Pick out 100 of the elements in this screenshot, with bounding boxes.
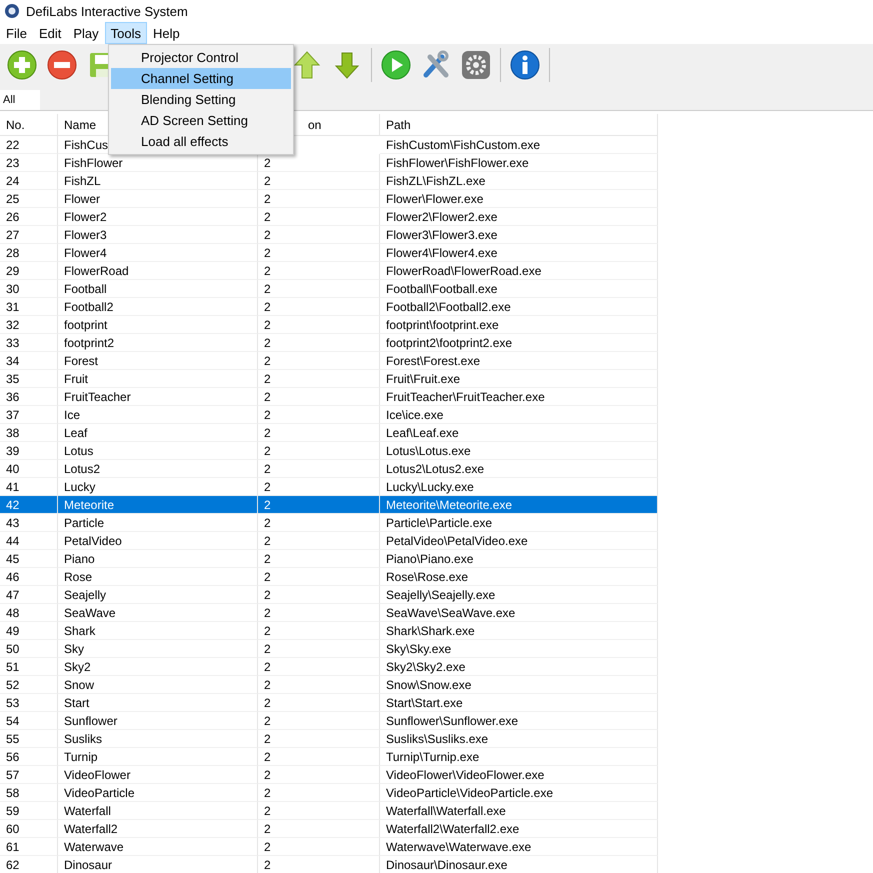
menu-item[interactable]: File	[0, 22, 33, 44]
table-cell: Fruit	[58, 370, 258, 388]
table-cell: 44	[0, 532, 58, 550]
table-cell: 46	[0, 568, 58, 586]
table-cell: Flower	[58, 190, 258, 208]
menu-item[interactable]: Play	[67, 22, 105, 44]
table-cell: Shark\Shark.exe	[380, 622, 658, 640]
table-cell: Turnip	[58, 748, 258, 766]
table-cell: 27	[0, 226, 58, 244]
table-cell: 2	[258, 604, 380, 622]
table-cell: 60	[0, 820, 58, 838]
table-cell: 2	[258, 226, 380, 244]
table-cell: Football\Football.exe	[380, 280, 658, 298]
table-cell: 52	[0, 676, 58, 694]
table-cell: 2	[258, 388, 380, 406]
table-cell: 50	[0, 640, 58, 658]
table-cell: 43	[0, 514, 58, 532]
table-cell: 40	[0, 460, 58, 478]
menu-item[interactable]: Help	[147, 22, 186, 44]
table-cell: Sky2	[58, 658, 258, 676]
table-cell: 2	[258, 316, 380, 334]
table-cell: Susliks	[58, 730, 258, 748]
table-cell: 33	[0, 334, 58, 352]
table-cell: Ice\ice.exe	[380, 406, 658, 424]
table-cell: Waterfall2	[58, 820, 258, 838]
window-title: DefiLabs Interactive System	[26, 4, 188, 18]
menu-item[interactable]: Blending Setting	[111, 89, 291, 110]
table-cell: VideoFlower	[58, 766, 258, 784]
menu-item[interactable]: Projector Control	[111, 47, 291, 68]
table-cell: 2	[258, 856, 380, 873]
table-cell: 39	[0, 442, 58, 460]
table-cell: 30	[0, 280, 58, 298]
table-cell: 2	[258, 280, 380, 298]
table-cell: Meteorite\Meteorite.exe	[380, 496, 658, 514]
table-cell: footprint	[58, 316, 258, 334]
table-cell: 22	[0, 136, 58, 154]
table-cell: 2	[258, 532, 380, 550]
table-cell: 28	[0, 244, 58, 262]
column-header[interactable]: No.	[0, 114, 58, 136]
table-cell: 2	[258, 172, 380, 190]
table-cell: footprint\footprint.exe	[380, 316, 658, 334]
table-cell: Seajelly	[58, 586, 258, 604]
table-cell: Football2	[58, 298, 258, 316]
table-cell: Sky2\Sky2.exe	[380, 658, 658, 676]
table-cell: Ice	[58, 406, 258, 424]
table-cell: Flower3	[58, 226, 258, 244]
table-cell: 54	[0, 712, 58, 730]
table-cell: Dinosaur	[58, 856, 258, 873]
table-cell: Piano	[58, 550, 258, 568]
table-cell: FruitTeacher	[58, 388, 258, 406]
table-cell: 2	[258, 784, 380, 802]
table-cell: Piano\Piano.exe	[380, 550, 658, 568]
table-cell: 2	[258, 298, 380, 316]
table-cell: PetalVideo\PetalVideo.exe	[380, 532, 658, 550]
table-cell: 2	[258, 658, 380, 676]
table-cell: 59	[0, 802, 58, 820]
table-cell: 51	[0, 658, 58, 676]
table-cell: Leaf	[58, 424, 258, 442]
table-cell: 47	[0, 586, 58, 604]
table-cell: 38	[0, 424, 58, 442]
table-cell: 2	[258, 460, 380, 478]
table-cell: 2	[258, 676, 380, 694]
table-cell: 62	[0, 856, 58, 873]
table-cell: 42	[0, 496, 58, 514]
table-cell: 2	[258, 748, 380, 766]
table-cell: 2	[258, 442, 380, 460]
table-cell: PetalVideo	[58, 532, 258, 550]
table-cell: Football	[58, 280, 258, 298]
table-cell: 37	[0, 406, 58, 424]
table-cell: 2	[258, 208, 380, 226]
table-cell: Waterfall	[58, 802, 258, 820]
menu-item[interactable]: Channel Setting	[111, 68, 291, 89]
table-cell: Start\Start.exe	[380, 694, 658, 712]
table-cell: SeaWave	[58, 604, 258, 622]
table-cell: Lotus	[58, 442, 258, 460]
table-cell: Snow	[58, 676, 258, 694]
table-cell: Forest\Forest.exe	[380, 352, 658, 370]
table-cell: 32	[0, 316, 58, 334]
table-cell: 2	[258, 730, 380, 748]
table-cell: 56	[0, 748, 58, 766]
table-cell: FlowerRoad	[58, 262, 258, 280]
tab[interactable]: All	[0, 90, 40, 110]
table-cell: VideoParticle\VideoParticle.exe	[380, 784, 658, 802]
table-cell: Lotus2	[58, 460, 258, 478]
table-cell: 35	[0, 370, 58, 388]
table-cell: 2	[258, 640, 380, 658]
table-cell: 2	[258, 550, 380, 568]
table-cell: 23	[0, 154, 58, 172]
table-cell: Particle\Particle.exe	[380, 514, 658, 532]
table-cell: 25	[0, 190, 58, 208]
table-cell: Sunflower\Sunflower.exe	[380, 712, 658, 730]
menu-item[interactable]: Edit	[32, 22, 68, 44]
table-cell: Sky\Sky.exe	[380, 640, 658, 658]
menu-item[interactable]: Tools	[104, 22, 148, 44]
table-cell: 2	[258, 622, 380, 640]
column-header[interactable]: Path	[380, 114, 658, 136]
table-cell: Dinosaur\Dinosaur.exe	[380, 856, 658, 873]
table-cell: 53	[0, 694, 58, 712]
table-cell: Flower3\Flower3.exe	[380, 226, 658, 244]
table-cell: 31	[0, 298, 58, 316]
